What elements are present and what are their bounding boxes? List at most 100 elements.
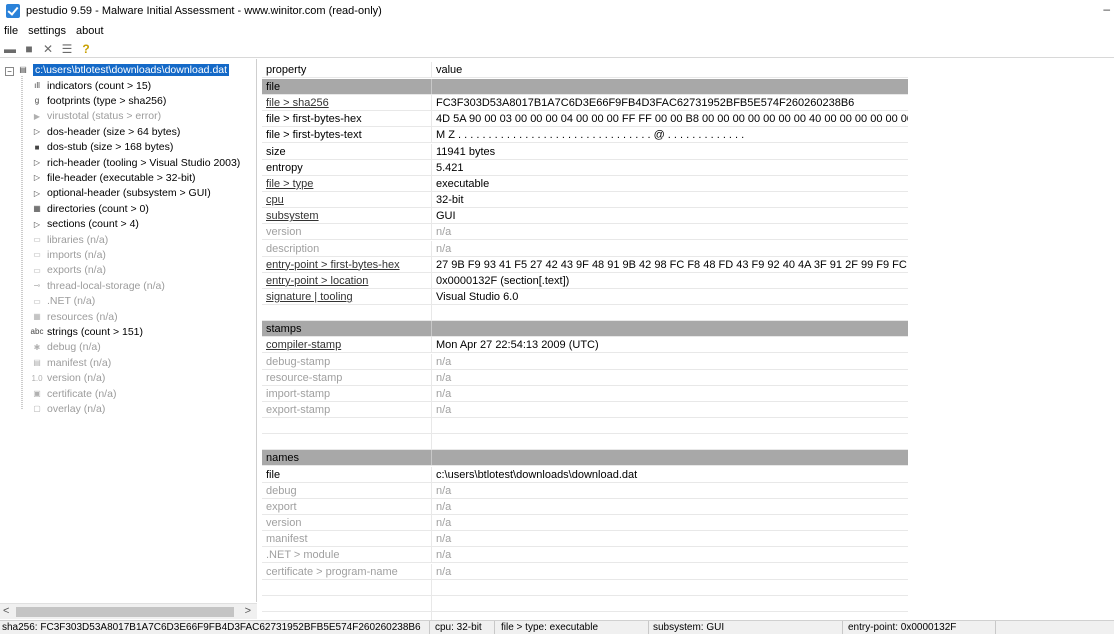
value-cell: FC3F303D53A8017B1A7C6D3E66F9FB4D3FAC6273… xyxy=(436,97,855,110)
table-row[interactable]: file > first-bytes-text M Z . . . . . . .… xyxy=(262,127,908,144)
menu-bar: file settings about xyxy=(0,22,1114,40)
property-cell[interactable]: entry-point > first-bytes-hex xyxy=(262,256,432,272)
property-cell[interactable]: file > sha256 xyxy=(262,95,432,111)
value-cell: 27 9B F9 93 41 F5 27 42 43 9F 48 91 9B 4… xyxy=(436,258,908,271)
tree-item[interactable]: ▶ virustotal (status > error) xyxy=(30,109,161,124)
table-row[interactable]: file > first-bytes-hex 4D 5A 90 00 03 00 … xyxy=(262,111,908,128)
scroll-right-icon[interactable]: > xyxy=(245,605,251,617)
scroll-left-icon[interactable]: < xyxy=(3,605,9,617)
tree-item[interactable]: ıll indicators (count > 15) xyxy=(30,78,151,93)
table-row[interactable]: file c:\users\btlotest\downloads\download… xyxy=(262,466,908,483)
table-row[interactable]: .NET > module n/a xyxy=(262,547,908,564)
grid-section-header: names xyxy=(262,450,908,467)
table-row[interactable]: entry-point > location 0x0000132F (sectio… xyxy=(262,272,908,289)
value-cell: n/a xyxy=(436,533,452,546)
table-row[interactable]: compiler-stamp Mon Apr 27 22:54:13 2009 (… xyxy=(262,337,908,354)
tree-item-label: sections (count > 4) xyxy=(47,218,139,231)
table-row[interactable]: import-stamp n/a xyxy=(262,385,908,402)
import-icon: ▭ xyxy=(33,250,41,260)
tree-collapse-toggle[interactable]: − xyxy=(5,67,14,76)
tree-item[interactable]: ▣ certificate (n/a) xyxy=(30,386,116,401)
list-icon[interactable]: ☰ xyxy=(59,41,75,57)
table-row[interactable]: export-stamp n/a xyxy=(262,402,908,418)
tree-item[interactable]: ▢ overlay (n/a) xyxy=(30,401,105,416)
table-row[interactable]: resource-stamp n/a xyxy=(262,369,908,386)
table-row[interactable]: debug n/a xyxy=(262,482,908,499)
tree-item[interactable]: ▷ file-header (executable > 32-bit) xyxy=(30,170,196,185)
tree-horizontal-scrollbar[interactable]: < > xyxy=(0,603,257,619)
tree-item[interactable]: ■ dos-stub (size > 168 bytes) xyxy=(30,140,174,155)
value-cell: n/a xyxy=(436,355,452,368)
tree-root-label: c:\users\btlotest\downloads\download.dat xyxy=(33,63,230,76)
table-row[interactable]: file > type executable xyxy=(262,175,908,192)
tree-item-label: footprints (type > sha256) xyxy=(47,94,167,107)
tree-item[interactable]: ⊸ thread-local-storage (n/a) xyxy=(30,278,165,293)
close-x-icon[interactable]: ✕ xyxy=(40,41,56,57)
manifest-icon: ▤ xyxy=(33,358,41,368)
tree-item[interactable]: ▭ exports (n/a) xyxy=(30,263,106,278)
table-row[interactable]: export n/a xyxy=(262,498,908,515)
property-cell: entropy xyxy=(262,159,432,175)
tree-root-file[interactable]: ▤ c:\users\btlotest\downloads\download.d… xyxy=(16,62,230,77)
table-row[interactable]: debug-stamp n/a xyxy=(262,353,908,370)
menu-about[interactable]: about xyxy=(76,25,104,37)
property-cell[interactable]: entry-point > location xyxy=(262,272,432,288)
table-row[interactable]: version n/a xyxy=(262,515,908,532)
table-row[interactable]: entropy 5.421 xyxy=(262,159,908,176)
table-row[interactable]: cpu 32-bit xyxy=(262,192,908,209)
tree-item[interactable]: ✱ debug (n/a) xyxy=(30,340,101,355)
table-row[interactable]: certificate > program-name n/a xyxy=(262,563,908,580)
tree-item[interactable]: ▭ libraries (n/a) xyxy=(30,232,108,247)
tree-item-label: manifest (n/a) xyxy=(47,356,112,369)
open-folder-icon[interactable]: ▬ xyxy=(2,41,18,57)
value-cell: 0x0000132F (section[.text]) xyxy=(436,274,570,287)
tree-item[interactable]: ▷ optional-header (subsystem > GUI) xyxy=(30,186,211,201)
table-row xyxy=(262,595,908,612)
property-cell[interactable]: compiler-stamp xyxy=(262,337,432,353)
overlay-icon: ▢ xyxy=(33,404,41,414)
table-row[interactable]: version n/a xyxy=(262,224,908,241)
property-cell[interactable]: file > type xyxy=(262,175,432,191)
property-cell[interactable]: subsystem xyxy=(262,208,432,224)
tree-item[interactable]: ▤ manifest (n/a) xyxy=(30,355,111,370)
tree-item[interactable]: ▦ directories (count > 0) xyxy=(30,201,149,216)
value-cell xyxy=(432,321,908,336)
tree-item[interactable]: ▦ resources (n/a) xyxy=(30,309,117,324)
tree-item[interactable]: ▭ imports (n/a) xyxy=(30,247,106,262)
table-row[interactable]: description n/a xyxy=(262,240,908,257)
tree-item[interactable]: ▷ sections (count > 4) xyxy=(30,217,139,232)
menu-settings[interactable]: settings xyxy=(28,25,66,37)
tree-item[interactable]: ▷ dos-header (size > 64 bytes) xyxy=(30,124,180,139)
table-row[interactable]: signature | tooling Visual Studio 6.0 xyxy=(262,288,908,305)
property-cell[interactable]: signature | tooling xyxy=(262,288,432,304)
tree-item[interactable]: ▭ .NET (n/a) xyxy=(30,294,95,309)
table-row[interactable]: subsystem GUI xyxy=(262,208,908,225)
table-row[interactable]: manifest n/a xyxy=(262,531,908,548)
property-cell xyxy=(262,305,432,321)
property-cell: file > first-bytes-text xyxy=(262,127,432,143)
column-header-property[interactable]: property xyxy=(262,62,432,77)
value-cell: M Z . . . . . . . . . . . . . . . . . . … xyxy=(436,129,745,142)
table-row[interactable]: file > sha256 FC3F303D53A8017B1A7C6D3E66F… xyxy=(262,95,908,112)
table-row[interactable]: size 11941 bytes xyxy=(262,143,908,160)
property-cell: import-stamp xyxy=(262,385,432,401)
property-cell[interactable]: cpu xyxy=(262,192,432,208)
tree-panel: − ▤ c:\users\btlotest\downloads\download… xyxy=(0,59,257,602)
status-cpu: cpu: 32-bit xyxy=(433,621,495,634)
scroll-thumb[interactable] xyxy=(16,607,234,617)
tree-item[interactable]: abc strings (count > 151) xyxy=(30,324,143,339)
table-row[interactable]: entry-point > first-bytes-hex 27 9B F9 93… xyxy=(262,256,908,273)
menu-file[interactable]: file xyxy=(4,25,18,37)
value-cell: n/a xyxy=(436,565,452,578)
property-cell: file xyxy=(262,466,432,482)
key-icon[interactable]: ? xyxy=(78,41,94,57)
bug-icon: ✱ xyxy=(33,342,41,352)
column-header-value[interactable]: value xyxy=(432,62,908,77)
minimize-button[interactable]: – xyxy=(1103,2,1110,16)
tree-item[interactable]: ▷ rich-header (tooling > Visual Studio 20… xyxy=(30,155,240,170)
tree-item[interactable]: ɡ footprints (type > sha256) xyxy=(30,93,167,108)
value-cell xyxy=(432,305,908,320)
tree-item[interactable]: 1.0 version (n/a) xyxy=(30,371,105,386)
virustotal-icon: ▶ xyxy=(33,111,41,121)
save-icon[interactable]: ■ xyxy=(21,41,37,57)
